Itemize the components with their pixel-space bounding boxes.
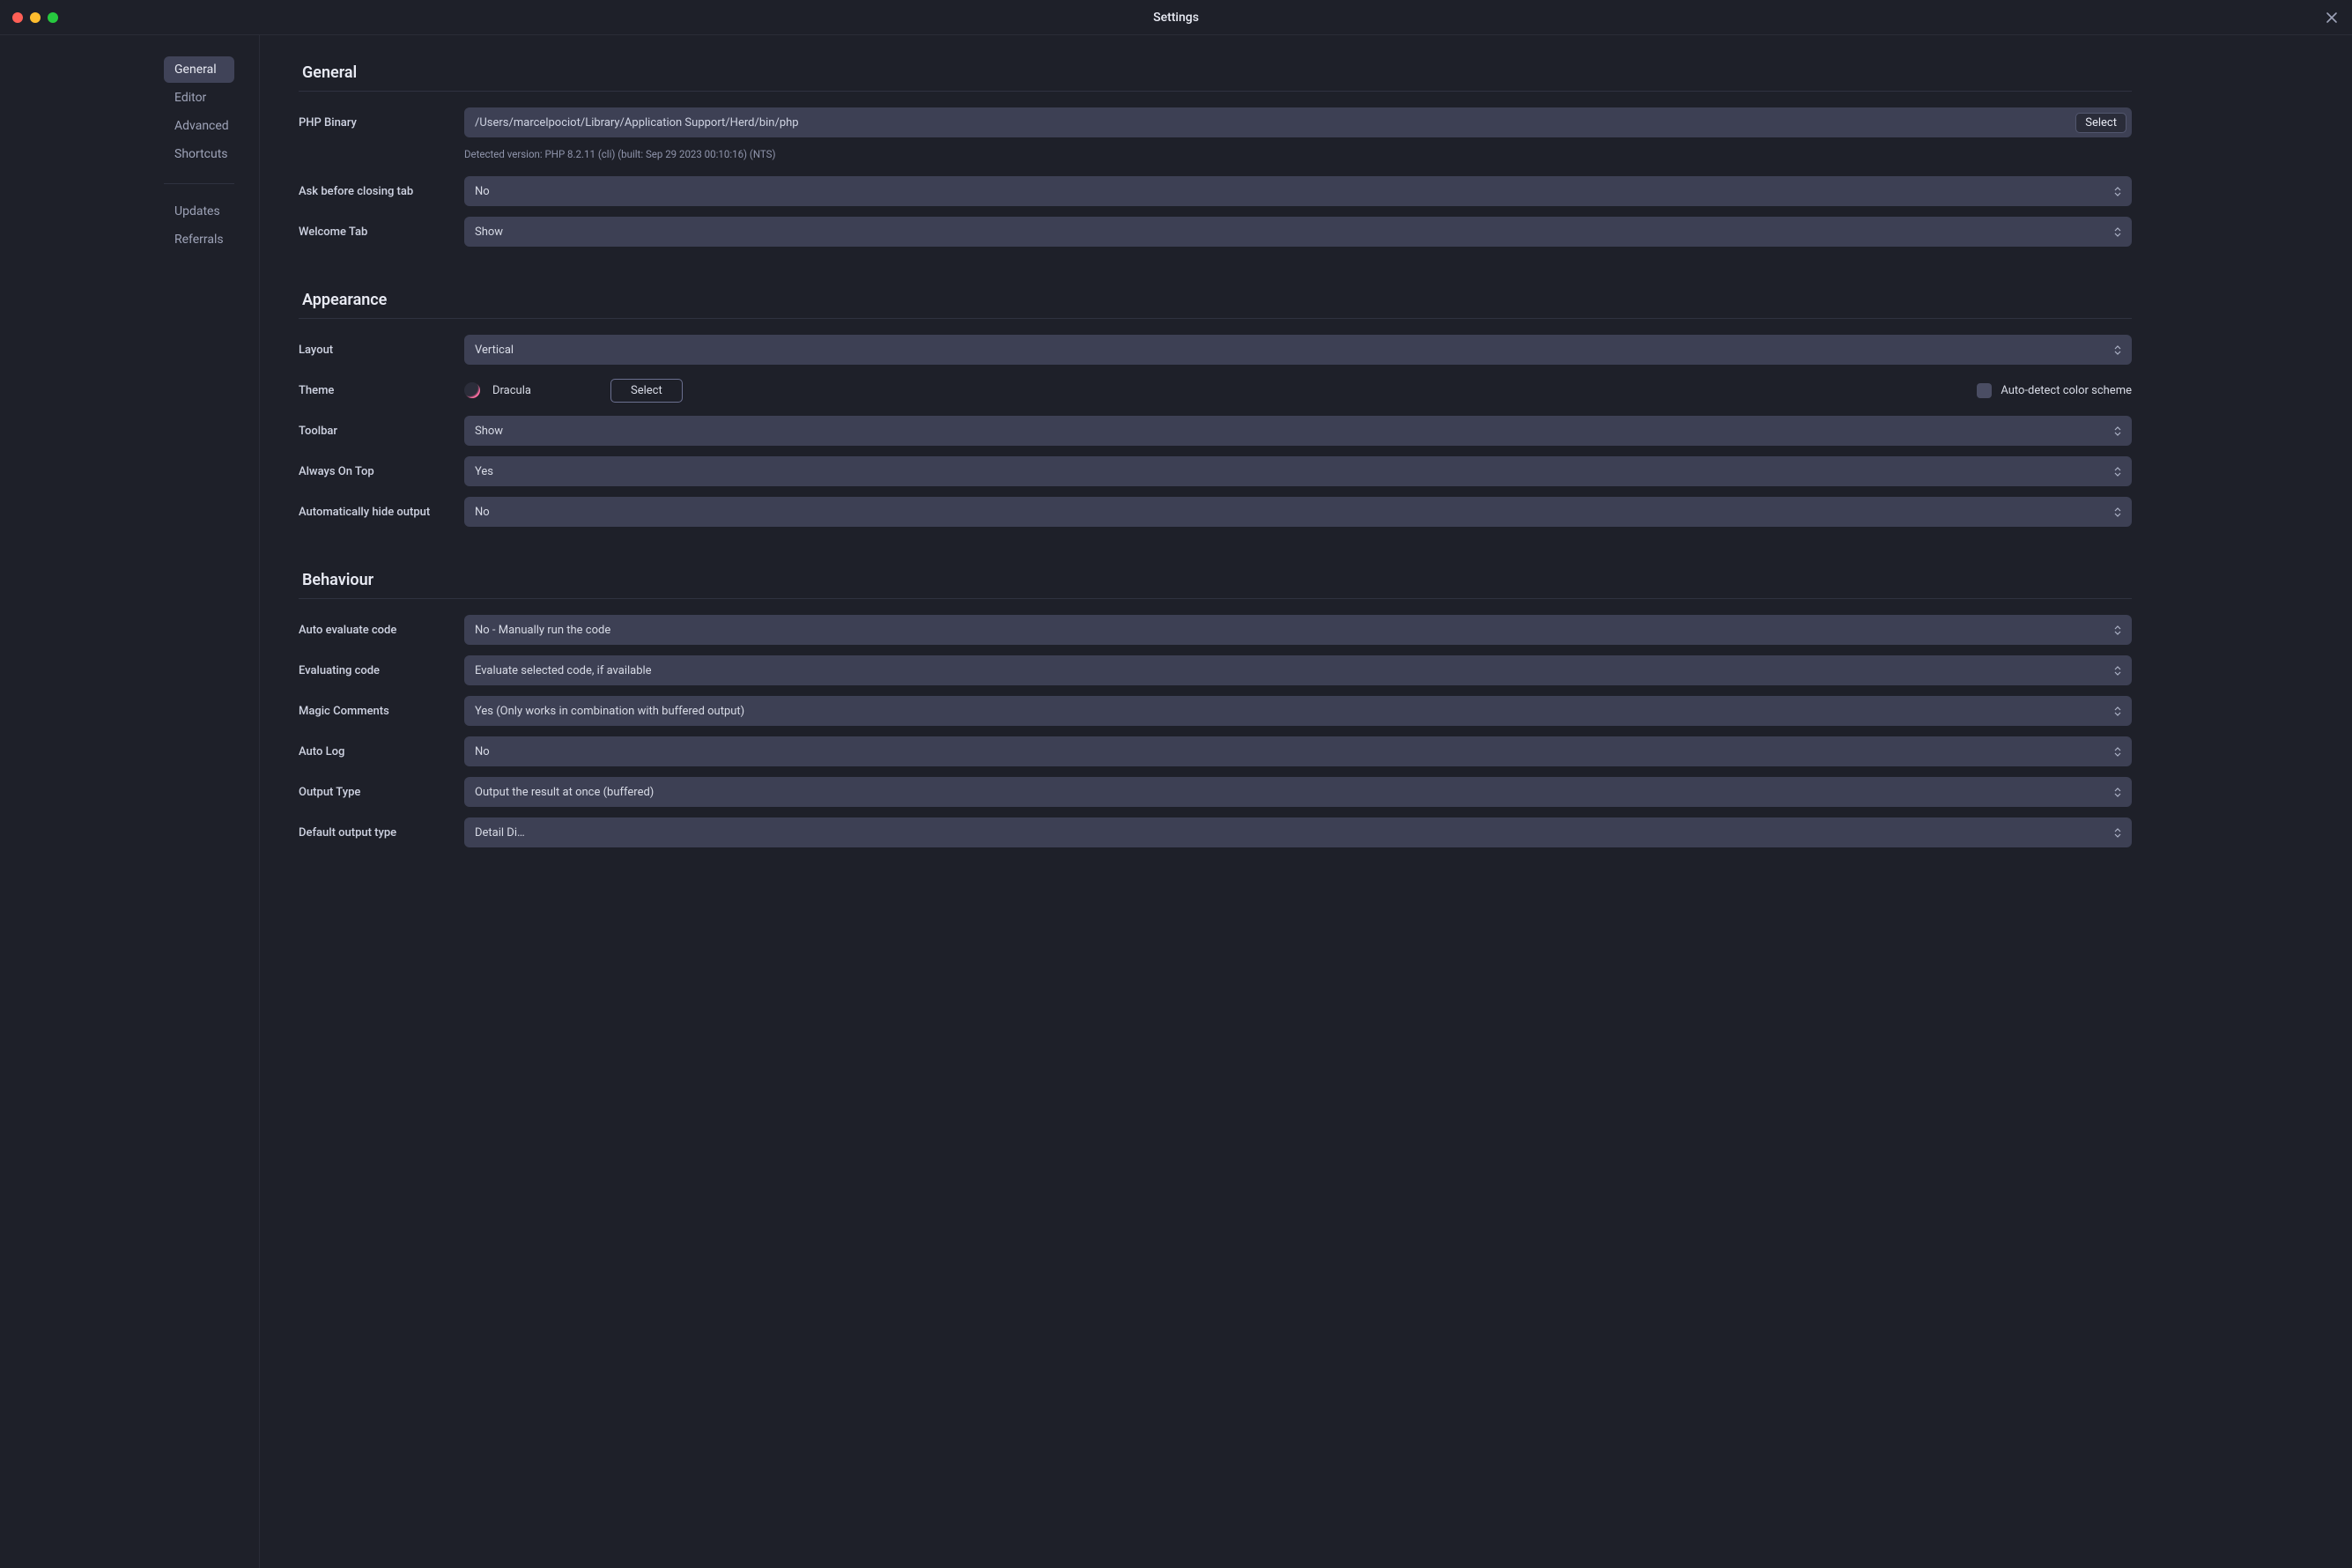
row-magic-comments: Magic Comments Yes (Only works in combin… xyxy=(299,696,2132,726)
label-output-type: Output Type xyxy=(299,786,464,799)
chevron-updown-icon xyxy=(2112,625,2123,635)
chevron-updown-icon xyxy=(2112,666,2123,676)
close-icon[interactable] xyxy=(2324,10,2340,26)
row-welcome-tab: Welcome Tab Show xyxy=(299,217,2132,247)
sidebar-item-referrals[interactable]: Referrals xyxy=(164,226,234,253)
row-theme: Theme Dracula Select Auto-detect color s… xyxy=(299,375,2132,405)
auto-detect-color-checkbox[interactable] xyxy=(1977,383,1992,398)
section-title-behaviour: Behaviour xyxy=(299,567,2132,599)
label-always-on-top: Always On Top xyxy=(299,465,464,478)
settings-window: Settings General Editor Advanced Shortcu… xyxy=(0,0,2352,1568)
chevron-updown-icon xyxy=(2112,788,2123,797)
chevron-updown-icon xyxy=(2112,426,2123,436)
php-version-detected: Detected version: PHP 8.2.11 (cli) (buil… xyxy=(464,148,2132,160)
sidebar-item-shortcuts[interactable]: Shortcuts xyxy=(164,141,234,167)
section-title-general: General xyxy=(299,60,2132,92)
row-ask-before-closing: Ask before closing tab No xyxy=(299,176,2132,206)
row-layout: Layout Vertical xyxy=(299,335,2132,365)
label-magic-comments: Magic Comments xyxy=(299,705,464,718)
window-close-button[interactable] xyxy=(12,12,23,23)
row-php-binary: PHP Binary /Users/marcelpociot/Library/A… xyxy=(299,107,2132,137)
row-evaluating-code: Evaluating code Evaluate selected code, … xyxy=(299,655,2132,685)
auto-detect-color-label: Auto-detect color scheme xyxy=(2001,384,2132,397)
label-theme: Theme xyxy=(299,384,464,397)
select-magic-comments[interactable]: Yes (Only works in combination with buff… xyxy=(464,696,2132,726)
label-toolbar: Toolbar xyxy=(299,425,464,438)
select-toolbar[interactable]: Show xyxy=(464,416,2132,446)
select-output-type[interactable]: Output the result at once (buffered) xyxy=(464,777,2132,807)
select-auto-hide-output[interactable]: No xyxy=(464,497,2132,527)
sidebar-item-editor[interactable]: Editor xyxy=(164,85,234,111)
window-body: General Editor Advanced Shortcuts Update… xyxy=(0,35,2352,1568)
php-binary-field[interactable]: /Users/marcelpociot/Library/Application … xyxy=(464,107,2132,137)
titlebar: Settings xyxy=(0,0,2352,35)
row-default-output-type: Default output type Detail Di… xyxy=(299,817,2132,847)
section-behaviour: Behaviour Auto evaluate code No - Manual… xyxy=(299,567,2132,847)
theme-select-button[interactable]: Select xyxy=(610,379,683,403)
php-binary-value: /Users/marcelpociot/Library/Application … xyxy=(475,116,2075,129)
chevron-updown-icon xyxy=(2112,706,2123,716)
label-welcome-tab: Welcome Tab xyxy=(299,226,464,239)
label-auto-hide-output: Automatically hide output xyxy=(299,506,464,519)
label-layout: Layout xyxy=(299,344,464,357)
label-auto-evaluate: Auto evaluate code xyxy=(299,624,464,637)
select-default-output-type[interactable]: Detail Di… xyxy=(464,817,2132,847)
select-auto-log[interactable]: No xyxy=(464,736,2132,766)
select-evaluating-code[interactable]: Evaluate selected code, if available xyxy=(464,655,2132,685)
chevron-updown-icon xyxy=(2112,467,2123,477)
section-general: General PHP Binary /Users/marcelpociot/L… xyxy=(299,60,2132,247)
row-toolbar: Toolbar Show xyxy=(299,416,2132,446)
chevron-updown-icon xyxy=(2112,345,2123,355)
chevron-updown-icon xyxy=(2112,187,2123,196)
window-maximize-button[interactable] xyxy=(48,12,58,23)
row-auto-hide-output: Automatically hide output No xyxy=(299,497,2132,527)
label-default-output-type: Default output type xyxy=(299,826,464,839)
window-minimize-button[interactable] xyxy=(30,12,41,23)
label-php-binary: PHP Binary xyxy=(299,116,464,129)
sidebar-item-updates[interactable]: Updates xyxy=(164,198,234,225)
row-auto-evaluate: Auto evaluate code No - Manually run the… xyxy=(299,615,2132,645)
select-layout[interactable]: Vertical xyxy=(464,335,2132,365)
row-auto-log: Auto Log No xyxy=(299,736,2132,766)
theme-preview-icon xyxy=(464,382,480,398)
traffic-lights xyxy=(12,12,58,23)
chevron-updown-icon xyxy=(2112,747,2123,757)
select-auto-evaluate[interactable]: No - Manually run the code xyxy=(464,615,2132,645)
label-ask-before-closing: Ask before closing tab xyxy=(299,185,464,198)
section-title-appearance: Appearance xyxy=(299,287,2132,319)
chevron-updown-icon xyxy=(2112,507,2123,517)
chevron-updown-icon xyxy=(2112,227,2123,237)
section-appearance: Appearance Layout Vertical xyxy=(299,287,2132,527)
settings-content[interactable]: General PHP Binary /Users/marcelpociot/L… xyxy=(260,35,2352,1568)
php-binary-select-button[interactable]: Select xyxy=(2075,113,2126,133)
label-evaluating-code: Evaluating code xyxy=(299,664,464,677)
sidebar-item-advanced[interactable]: Advanced xyxy=(164,113,234,139)
sidebar-divider xyxy=(164,183,234,184)
select-welcome-tab[interactable]: Show xyxy=(464,217,2132,247)
theme-name: Dracula xyxy=(492,384,598,397)
sidebar-item-general[interactable]: General xyxy=(164,56,234,83)
label-auto-log: Auto Log xyxy=(299,745,464,758)
row-always-on-top: Always On Top Yes xyxy=(299,456,2132,486)
select-ask-before-closing[interactable]: No xyxy=(464,176,2132,206)
chevron-updown-icon xyxy=(2112,828,2123,838)
row-output-type: Output Type Output the result at once (b… xyxy=(299,777,2132,807)
sidebar: General Editor Advanced Shortcuts Update… xyxy=(0,35,260,1568)
select-always-on-top[interactable]: Yes xyxy=(464,456,2132,486)
window-title: Settings xyxy=(1153,11,1199,25)
